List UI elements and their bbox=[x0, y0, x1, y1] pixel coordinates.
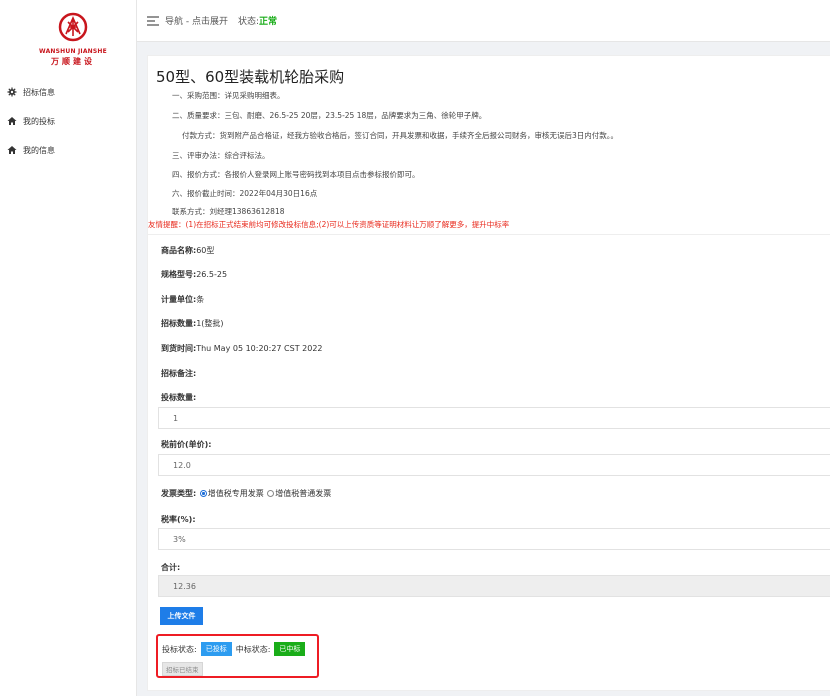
desc-line: 六、报价截止时间：2022年04月30日16点 bbox=[172, 189, 318, 198]
divider bbox=[148, 234, 830, 235]
spec-row: 规格型号:26.5-25 bbox=[161, 270, 228, 279]
upload-file-button[interactable]: 上传文件 bbox=[160, 607, 203, 625]
price-input[interactable]: 12.0 bbox=[158, 454, 830, 476]
sidebar: WANSHUN JIANSHE 万顺建设 招标信息 我的投标 我的信息 bbox=[0, 0, 137, 696]
invoice-type-row: 发票类型: 增值税专用发票 增值税普通发票 bbox=[161, 489, 332, 498]
sidebar-item-my-bids[interactable]: 我的投标 bbox=[7, 114, 55, 128]
sidebar-item-bid-info[interactable]: 招标信息 bbox=[7, 85, 55, 99]
menu-icon[interactable] bbox=[147, 15, 159, 26]
desc-line: 联系方式：刘经理13863612818 bbox=[172, 207, 285, 216]
win-status-badge: 已中标 bbox=[274, 642, 306, 656]
total-label: 合计: bbox=[161, 563, 181, 572]
desc-line: 一、采购范围：详见采购明细表。 bbox=[172, 91, 285, 100]
logo-text-cn: 万顺建设 bbox=[51, 57, 95, 66]
home-icon bbox=[7, 146, 17, 154]
company-logo: WANSHUN JIANSHE 万顺建设 bbox=[28, 12, 118, 67]
invoice-special-radio[interactable] bbox=[199, 490, 207, 497]
tender-qty-label: 投标数量: bbox=[161, 393, 197, 402]
remark-row: 招标备注: bbox=[161, 369, 197, 378]
win-status-label: 中标状态: bbox=[235, 644, 271, 654]
bid-qty-row: 招标数量:1(整批) bbox=[161, 319, 224, 328]
status-value: 正常 bbox=[259, 17, 278, 27]
nav-toggle[interactable]: 导航 - 点击展开 bbox=[165, 14, 228, 27]
total-input: 12.36 bbox=[158, 575, 830, 597]
tender-qty-input[interactable]: 1 bbox=[158, 407, 830, 429]
bid-ended-tag: 招标已结束 bbox=[162, 662, 203, 676]
top-bar: 导航 - 点击展开 状态: 正常 bbox=[137, 0, 830, 42]
friendly-notice: 友情提醒：(1)在招标正式结束前均可修改投标信息;(2)可以上传资质等证明材料让… bbox=[148, 220, 510, 229]
invoice-normal-label: 增值税普通发票 bbox=[275, 489, 332, 498]
sidebar-item-label: 招标信息 bbox=[23, 87, 55, 97]
desc-line: 三、评审办法：综合评标法。 bbox=[172, 151, 270, 160]
gear-icon bbox=[7, 87, 17, 97]
unit-row: 计量单位:条 bbox=[161, 295, 205, 304]
delivery-time-row: 到货时间:Thu May 05 10:20:27 CST 2022 bbox=[161, 344, 323, 353]
home-icon bbox=[7, 117, 17, 125]
page-title: 50型、60型装载机轮胎采购 bbox=[156, 68, 345, 86]
bid-status-label: 投标状态: bbox=[162, 644, 197, 654]
invoice-special-label: 增值税专用发票 bbox=[207, 489, 264, 498]
product-name-row: 商品名称:60型 bbox=[161, 246, 215, 255]
status-row: 投标状态: 已投标 中标状态: 已中标 bbox=[162, 642, 309, 656]
status-label: 状态: bbox=[237, 17, 260, 27]
status-highlight-box: 投标状态: 已投标 中标状态: 已中标 招标已结束 bbox=[156, 634, 319, 678]
main-content: 50型、60型装载机轮胎采购 一、采购范围：详见采购明细表。 二、质量要求：三包… bbox=[147, 55, 830, 691]
tax-rate-label: 税率(%): bbox=[161, 515, 196, 524]
sidebar-item-label: 我的信息 bbox=[23, 145, 55, 155]
desc-line: 付款方式：货到附产品合格证，经我方验收合格后，签订合同，开具发票和收据，手续齐全… bbox=[182, 131, 619, 140]
invoice-normal-radio[interactable] bbox=[267, 490, 275, 497]
desc-line: 二、质量要求：三包、耐磨、26.5-25 20层，23.5-25 18层，品牌要… bbox=[172, 111, 487, 120]
desc-line: 四、报价方式：各报价人登录网上账号密码找到本项目点击参标报价即可。 bbox=[172, 170, 420, 179]
sidebar-item-my-info[interactable]: 我的信息 bbox=[7, 143, 55, 157]
price-label: 税前价(单价): bbox=[161, 440, 212, 449]
tax-rate-input[interactable]: 3% bbox=[158, 528, 830, 550]
logo-emblem-icon bbox=[58, 12, 88, 42]
bid-status-badge: 已投标 bbox=[200, 642, 232, 656]
logo-text-en: WANSHUN JIANSHE bbox=[39, 48, 107, 55]
sidebar-item-label: 我的投标 bbox=[23, 116, 55, 126]
